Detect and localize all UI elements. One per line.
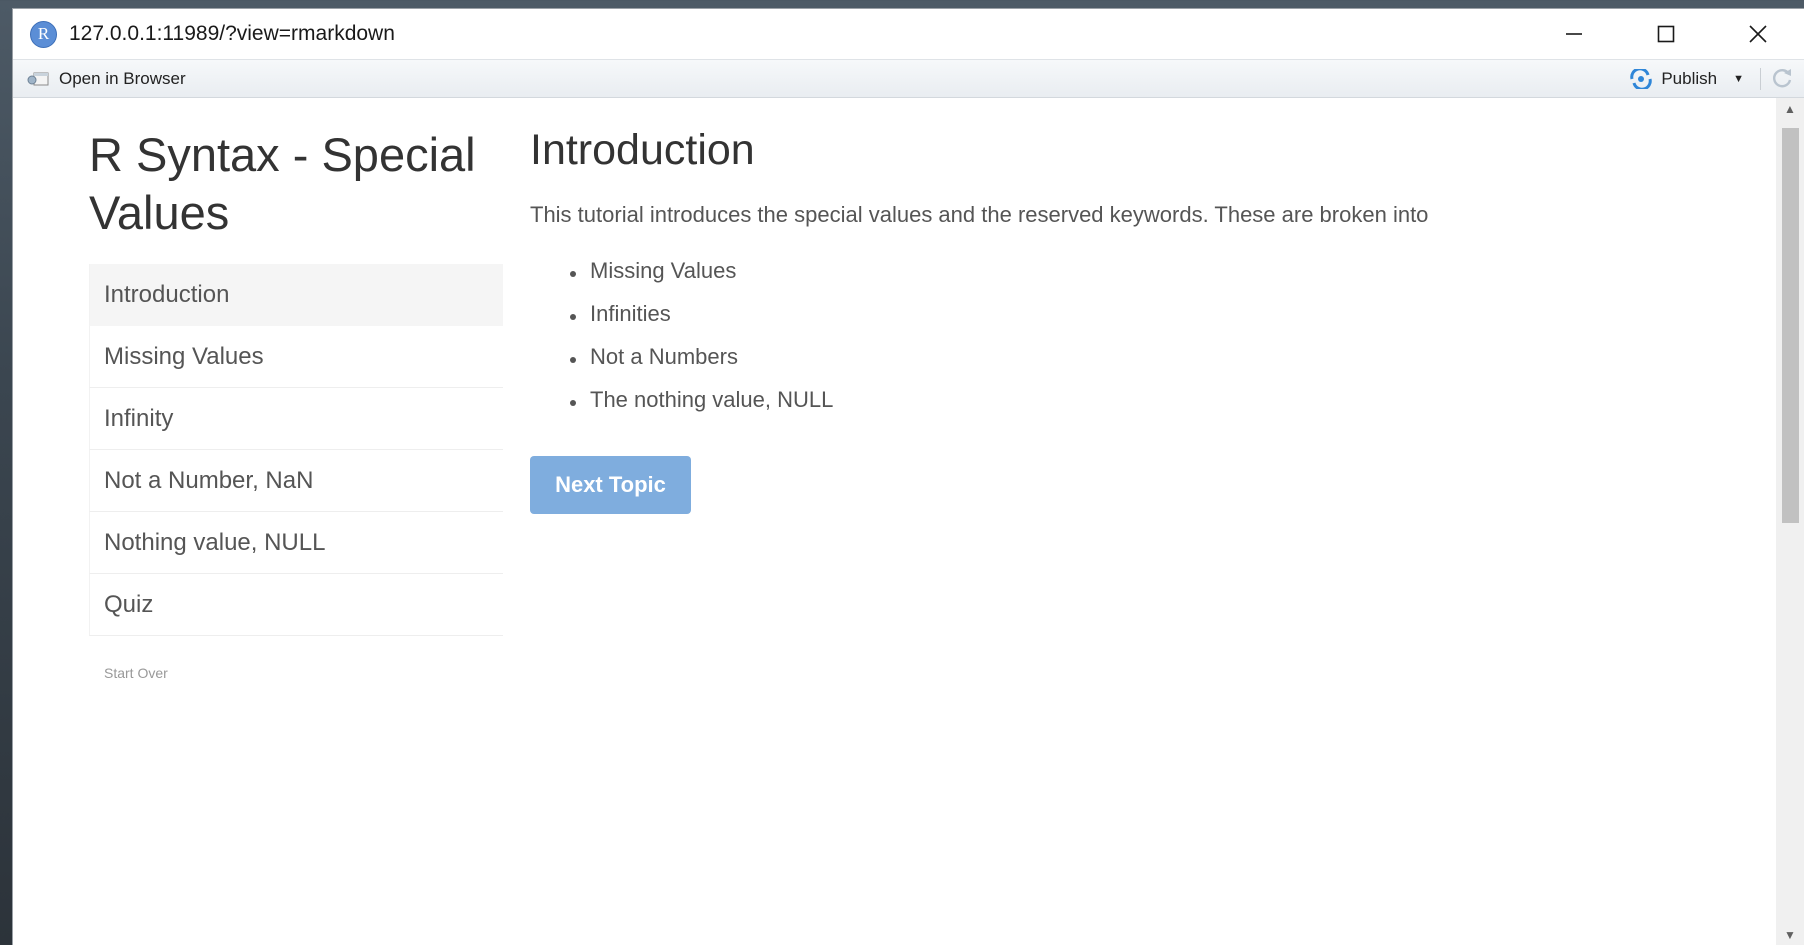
window-title: 127.0.0.1:11989/?view=rmarkdown bbox=[69, 22, 395, 45]
topics-list: Missing Values Infinities Not a Numbers … bbox=[569, 258, 833, 430]
close-icon bbox=[1749, 25, 1767, 43]
refresh-icon bbox=[1773, 69, 1792, 88]
minimize-icon bbox=[1566, 33, 1582, 35]
scroll-up-icon[interactable]: ▲ bbox=[1776, 98, 1804, 120]
toolbar-divider bbox=[1760, 68, 1761, 90]
publish-icon bbox=[1630, 68, 1653, 89]
next-topic-button[interactable]: Next Topic bbox=[530, 456, 691, 514]
publish-button[interactable]: Publish ▼ bbox=[1629, 60, 1744, 97]
toc-item-infinity[interactable]: Infinity bbox=[89, 388, 503, 450]
list-item: Not a Numbers bbox=[569, 344, 833, 387]
r-app-icon: R bbox=[30, 20, 57, 48]
vertical-scrollbar[interactable]: ▲ ▼ bbox=[1776, 98, 1804, 945]
open-in-browser-label: Open in Browser bbox=[59, 68, 186, 88]
table-of-contents: Introduction Missing Values Infinity Not… bbox=[89, 264, 503, 636]
close-button[interactable] bbox=[1712, 9, 1804, 59]
toc-item-introduction[interactable]: Introduction bbox=[89, 264, 503, 326]
toc-item-quiz[interactable]: Quiz bbox=[89, 574, 503, 636]
window-controls bbox=[1528, 9, 1804, 59]
list-item: The nothing value, NULL bbox=[569, 387, 833, 430]
toc-item-nothing-value[interactable]: Nothing value, NULL bbox=[89, 512, 503, 574]
scroll-down-icon[interactable]: ▼ bbox=[1776, 924, 1804, 945]
chevron-down-icon: ▼ bbox=[1733, 72, 1744, 85]
section-heading: Introduction bbox=[530, 126, 755, 174]
maximize-icon bbox=[1657, 25, 1675, 43]
tutorial-title: R Syntax - Special Values bbox=[89, 128, 476, 239]
viewer-toolbar: Open in Browser Publish ▼ bbox=[13, 59, 1804, 98]
toc-item-missing-values[interactable]: Missing Values bbox=[89, 326, 503, 388]
scrollbar-thumb[interactable] bbox=[1782, 128, 1799, 523]
publish-label: Publish bbox=[1661, 68, 1718, 88]
maximize-button[interactable] bbox=[1620, 9, 1712, 59]
open-in-browser-button[interactable]: Open in Browser bbox=[27, 69, 186, 89]
title-bar: R 127.0.0.1:11989/?view=rmarkdown bbox=[13, 9, 1804, 59]
toc-item-not-a-number[interactable]: Not a Number, NaN bbox=[89, 450, 503, 512]
list-item: Missing Values bbox=[569, 258, 833, 301]
minimize-button[interactable] bbox=[1528, 9, 1620, 59]
intro-paragraph: This tutorial introduces the special val… bbox=[530, 202, 1429, 227]
open-in-browser-icon bbox=[27, 72, 49, 85]
list-item: Infinities bbox=[569, 301, 833, 344]
start-over-link[interactable]: Start Over bbox=[104, 665, 168, 681]
refresh-button[interactable] bbox=[1770, 66, 1794, 95]
